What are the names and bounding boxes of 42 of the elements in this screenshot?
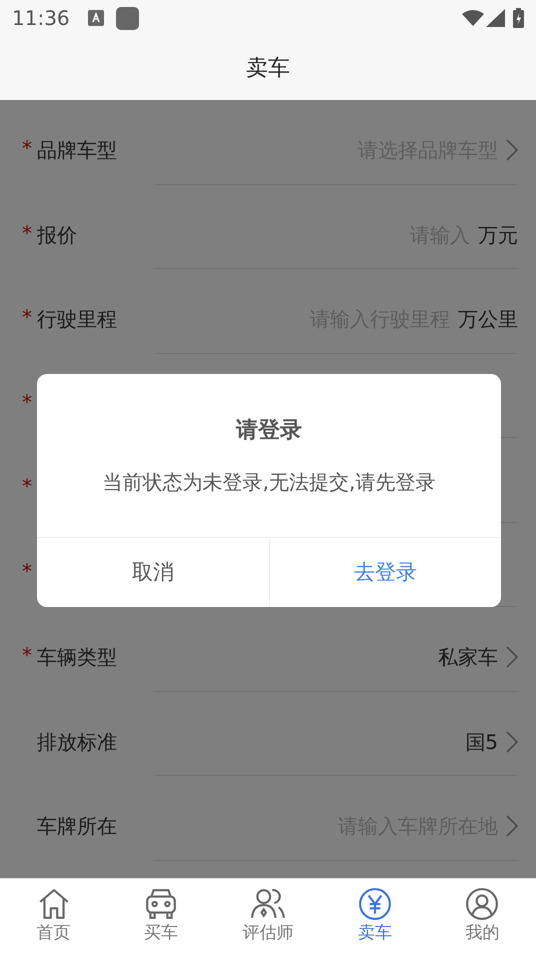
nav-tab[interactable]: 首页 bbox=[0, 879, 108, 954]
notification-icon bbox=[116, 6, 139, 30]
wifi-icon bbox=[462, 10, 484, 26]
nav-tab[interactable]: 卖车 bbox=[322, 879, 429, 954]
field-label: 报价 bbox=[37, 222, 77, 248]
login-button[interactable]: 去登录 bbox=[268, 537, 501, 607]
field-label: 行驶里程 bbox=[37, 306, 117, 333]
chevron-right-icon[interactable] bbox=[506, 815, 518, 837]
clock-time: 11:36 bbox=[12, 5, 70, 32]
chevron-right-icon[interactable] bbox=[506, 730, 518, 752]
nav-tab[interactable]: 我的 bbox=[428, 879, 536, 954]
unit-label: 万公里 bbox=[458, 306, 518, 333]
unit-label: 万元 bbox=[478, 222, 518, 248]
required-mark: * bbox=[22, 476, 32, 496]
field-label: 车牌所在 bbox=[37, 813, 117, 840]
required-mark: * bbox=[22, 645, 32, 665]
yen-icon bbox=[358, 887, 392, 921]
battery-icon bbox=[513, 8, 524, 28]
field-value[interactable]: 国5 bbox=[465, 726, 498, 756]
required-mark: * bbox=[22, 138, 32, 158]
nav-tab[interactable]: 评估师 bbox=[214, 879, 322, 954]
home-icon bbox=[36, 887, 71, 921]
field-value[interactable]: 私家车 bbox=[438, 642, 498, 672]
page-title: 卖车 bbox=[246, 54, 290, 82]
required-mark: * bbox=[22, 560, 32, 580]
field-label: 品牌车型 bbox=[37, 137, 117, 164]
field-label: 排放标准 bbox=[37, 728, 117, 756]
people-icon bbox=[251, 887, 285, 921]
nav-tab[interactable]: 买车 bbox=[107, 879, 214, 954]
required-mark: * bbox=[22, 307, 32, 327]
required-mark: * bbox=[22, 392, 32, 412]
cancel-button[interactable]: 取消 bbox=[37, 537, 268, 607]
user-icon bbox=[465, 887, 500, 921]
dialog-title: 请登录 bbox=[234, 417, 303, 445]
required-mark: * bbox=[22, 222, 32, 242]
dialog-message: 当前状态为未登录,无法提交,请先登录 bbox=[102, 469, 436, 496]
field-label: 车辆类型 bbox=[37, 644, 117, 671]
chevron-right-icon[interactable] bbox=[506, 139, 518, 161]
car-icon bbox=[144, 887, 178, 921]
signal-icon bbox=[486, 9, 505, 27]
keyboard-icon bbox=[88, 10, 104, 26]
chevron-right-icon[interactable] bbox=[506, 646, 518, 668]
